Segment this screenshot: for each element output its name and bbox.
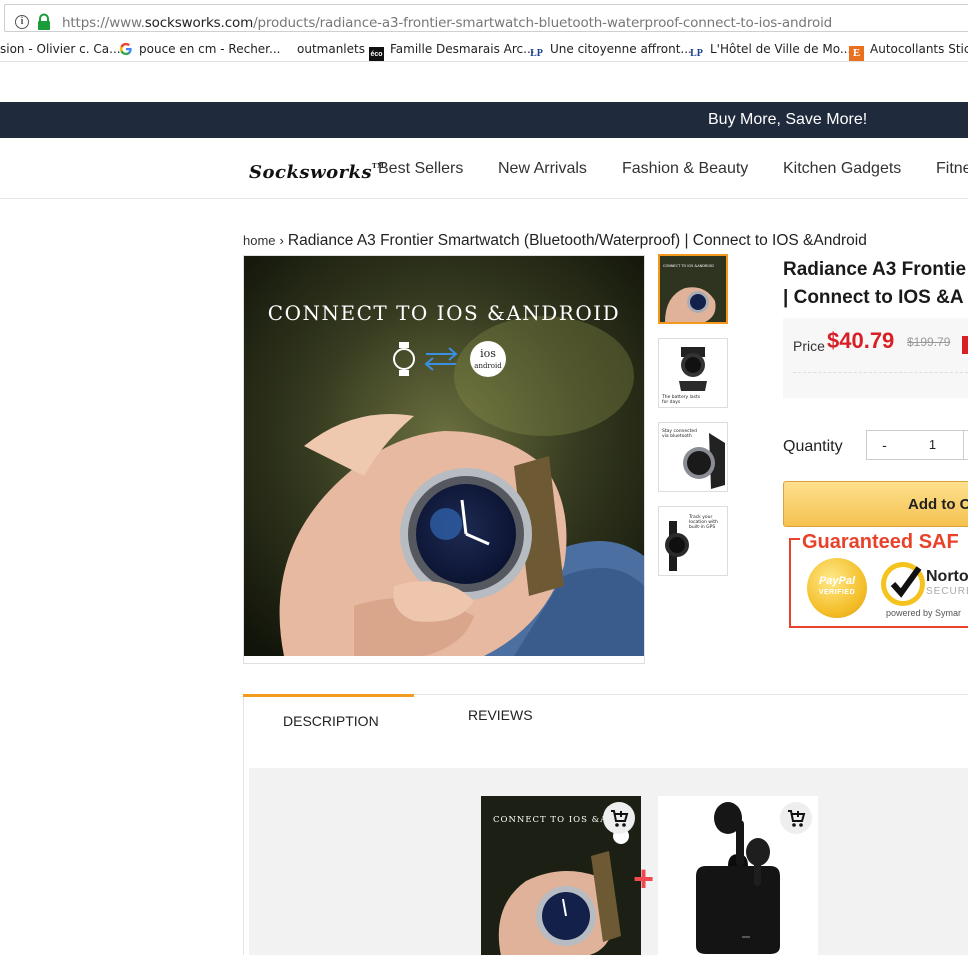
- thumbnail-2[interactable]: The battery lasts for days: [658, 338, 728, 408]
- paypal-verified-icon: PayPal VERIFIED: [807, 558, 867, 618]
- site-logo[interactable]: SocksworksTM: [249, 156, 384, 184]
- bookmark-item[interactable]: éco Famille Desmarais Arc...: [369, 41, 535, 61]
- nav-fitness[interactable]: Fitne: [936, 159, 968, 179]
- bookmark-item[interactable]: pouce en cm - Recher...: [119, 41, 280, 57]
- bundle-item-smartwatch[interactable]: CONNECT TO IOS &AN: [481, 796, 641, 955]
- promo-text[interactable]: Buy More, Save More!: [708, 111, 867, 129]
- thumbnail-caption: Stay connected via bluetooth: [662, 429, 698, 439]
- nav-kitchen-gadgets[interactable]: Kitchen Gadgets: [783, 159, 901, 179]
- norton-secure-label: SECURE: [926, 586, 968, 597]
- breadcrumb-separator: ›: [279, 233, 284, 248]
- quantity-increase-button[interactable]: [963, 430, 968, 460]
- browser-address-bar: i https://www.socksworks.com/products/ra…: [0, 0, 968, 36]
- lp-icon: LP: [690, 48, 703, 59]
- thumbnail-caption: CONNECT TO IOS &ANDROID: [663, 264, 714, 268]
- bookmark-item[interactable]: LP Une citoyenne affront...: [529, 41, 692, 59]
- thumbnail-4[interactable]: Track your location with built-in GPS: [658, 506, 728, 576]
- nav-fashion-beauty[interactable]: Fashion & Beauty: [622, 159, 748, 179]
- svg-text:android: android: [474, 362, 502, 370]
- svg-text:ios: ios: [480, 347, 496, 360]
- info-icon[interactable]: i: [15, 15, 29, 29]
- quantity-label: Quantity: [783, 438, 843, 455]
- etsy-icon: E: [849, 46, 864, 61]
- thumbnail-3[interactable]: Stay connected via bluetooth: [658, 422, 728, 492]
- guarantee-badge: Guaranteed SAF PayPal VERIFIED Norto SEC…: [789, 530, 968, 628]
- google-icon: [119, 42, 132, 56]
- bookmark-item[interactable]: E Autocollants Stick: [849, 41, 968, 61]
- bookmark-item[interactable]: LP L'Hôtel de Ville de Mo...: [689, 41, 851, 59]
- bookmark-item[interactable]: sion - Olivier c. Ca...: [0, 41, 121, 57]
- price-divider: [793, 372, 968, 373]
- promo-banner: Buy More, Save More!: [0, 102, 968, 138]
- tab-description[interactable]: DESCRIPTION: [243, 694, 414, 742]
- url-text[interactable]: https://www.socksworks.com/products/radi…: [62, 15, 832, 31]
- bundle-item-earbuds[interactable]: [658, 796, 818, 955]
- lock-icon: [38, 13, 50, 30]
- nav-new-arrivals[interactable]: New Arrivals: [498, 159, 587, 179]
- norton-check-icon: [881, 562, 925, 606]
- main-image-caption: CONNECT TO IOS &ANDROID: [267, 301, 621, 325]
- thumbnail-caption: The battery lasts for days: [662, 395, 701, 405]
- svg-text:CONNECT TO IOS &AN: CONNECT TO IOS &AN: [493, 815, 616, 825]
- lp-icon: LP: [530, 48, 543, 59]
- site-nav: SocksworksTM Best Sellers New Arrivals F…: [0, 138, 968, 199]
- quantity-decrease-button[interactable]: -: [866, 430, 903, 460]
- add-to-cart-button[interactable]: Add to C: [783, 481, 968, 527]
- norton-label: Norto: [926, 568, 968, 585]
- bundle-plus-icon: +: [633, 858, 655, 899]
- discount-badge: [962, 336, 968, 354]
- add-to-cart-label: Add to C: [908, 496, 968, 513]
- price-box: Price $40.79 $199.79: [783, 318, 968, 398]
- thumbnail-1[interactable]: CONNECT TO IOS &ANDROID: [658, 254, 728, 324]
- breadcrumb-home[interactable]: home: [243, 233, 276, 248]
- url-box[interactable]: i https://www.socksworks.com/products/ra…: [4, 4, 968, 32]
- bookmarks-bar: sion - Olivier c. Ca... pouce en cm - Re…: [0, 36, 968, 62]
- breadcrumb-current: Radiance A3 Frontier Smartwatch (Bluetoo…: [287, 232, 867, 249]
- thumbnail-caption: Track your location with built-in GPS: [689, 515, 718, 530]
- main-product-image[interactable]: ios android CONNECT TO IOS &ANDROID: [243, 255, 645, 664]
- norton-powered-by: powered by Symar: [886, 608, 962, 618]
- sale-price: $40.79: [827, 328, 895, 353]
- price-label: Price: [793, 338, 825, 354]
- product-title: Radiance A3 Frontie | Connect to IOS &A: [783, 259, 967, 308]
- add-to-cart-icon[interactable]: [603, 802, 635, 834]
- nav-best-sellers[interactable]: Best Sellers: [378, 159, 463, 179]
- quantity-input[interactable]: 1: [902, 430, 964, 460]
- add-to-cart-icon[interactable]: [780, 802, 812, 834]
- guarantee-title: Guaranteed SAF: [800, 530, 961, 554]
- breadcrumb: home › Radiance A3 Frontier Smartwatch (Bl…: [243, 232, 867, 250]
- original-price: $199.79: [907, 335, 951, 349]
- eco-icon: éco: [369, 47, 384, 61]
- bookmark-item[interactable]: outmanlets: [297, 41, 365, 57]
- tab-reviews[interactable]: REVIEWS: [468, 707, 533, 723]
